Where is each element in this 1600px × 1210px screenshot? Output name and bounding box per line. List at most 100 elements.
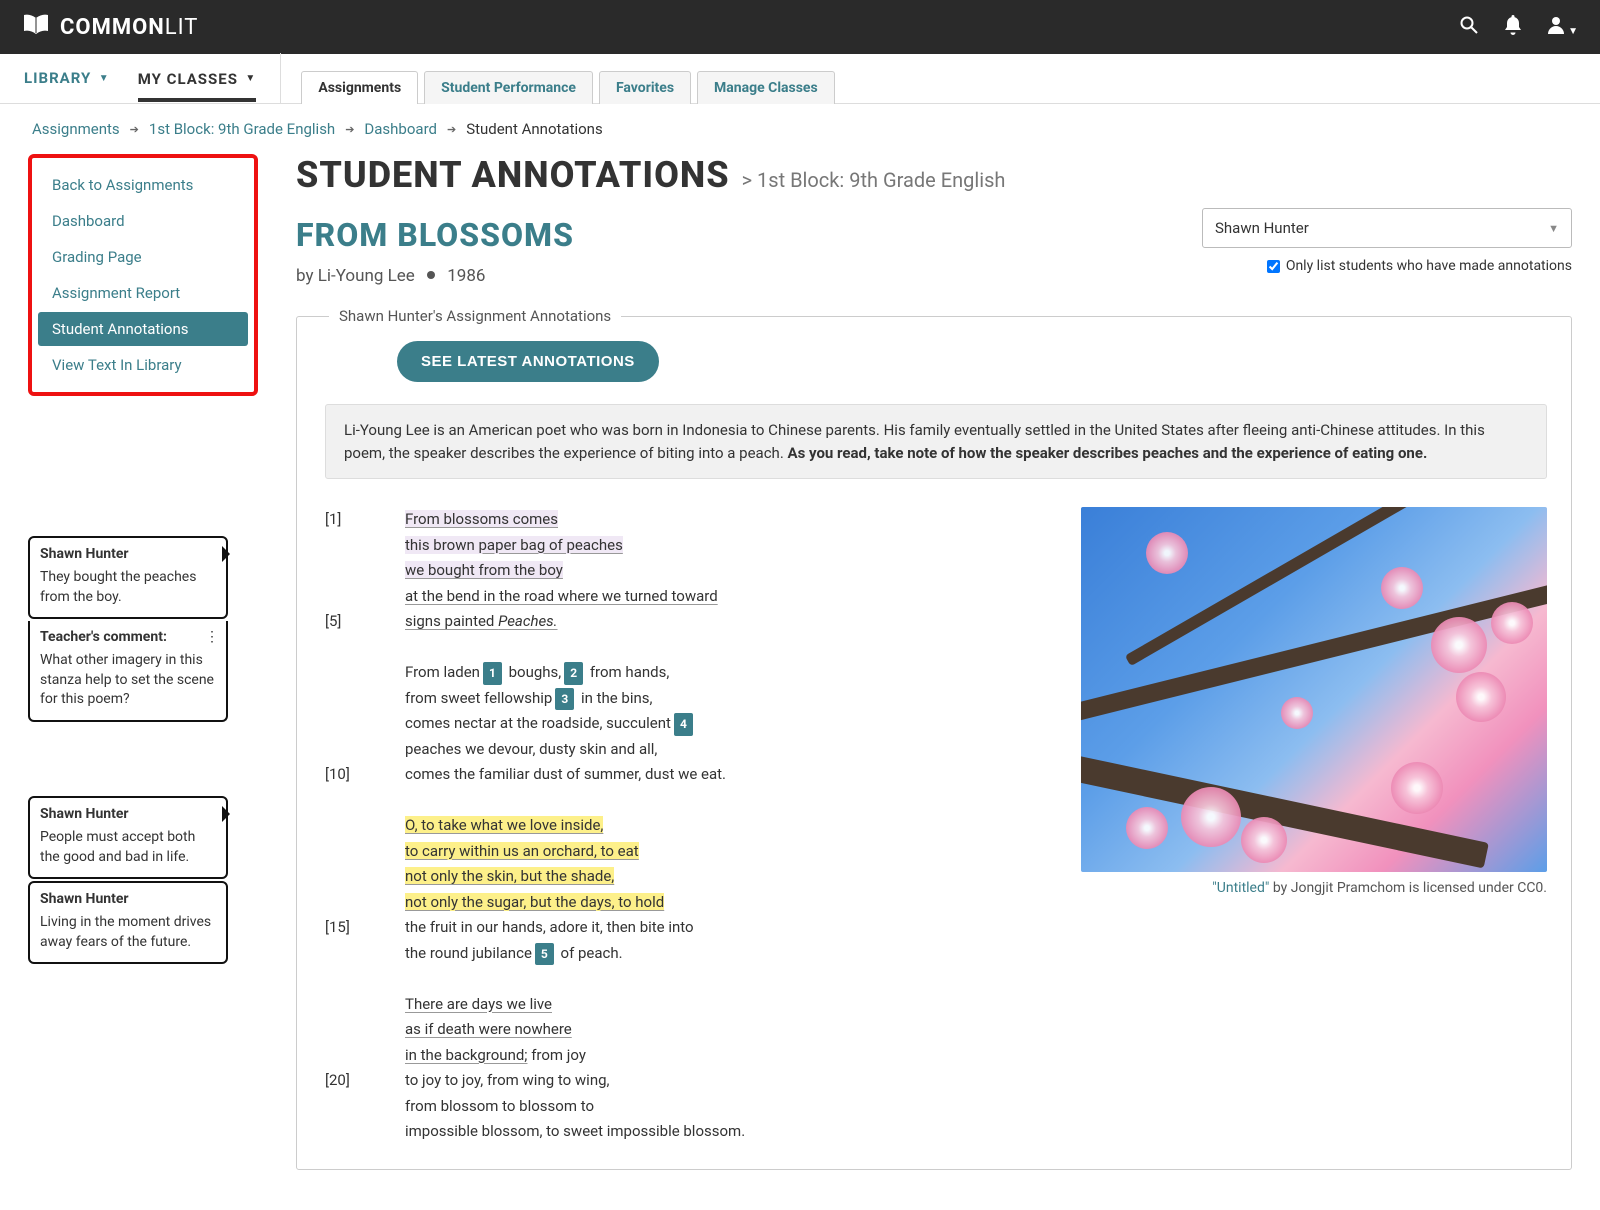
side-dashboard[interactable]: Dashboard	[38, 204, 248, 238]
top-icons: ▼	[1460, 15, 1578, 39]
student-select[interactable]: Shawn Hunter ▼	[1202, 208, 1572, 248]
poem-line: impossible blossom, to sweet impossible …	[405, 1122, 745, 1140]
poem-line[interactable]: There are days we live	[405, 995, 552, 1013]
note-body: They bought the peaches from the boy.	[30, 568, 226, 617]
blossom-photo	[1081, 507, 1547, 872]
chevron-right-icon: ➔	[447, 123, 456, 136]
intro-bold: As you read, take note of how the speake…	[788, 444, 1428, 462]
nav-library[interactable]: LIBRARY ▼	[24, 69, 110, 87]
poem-meta: by Li-Young Lee 1986	[296, 266, 574, 286]
line-numbers: [1] [5] [10] [15] [20]	[325, 507, 405, 1145]
tab-assignments[interactable]: Assignments	[301, 71, 418, 104]
poem-line[interactable]: From blossoms comes	[405, 510, 558, 528]
tab-manage-classes[interactable]: Manage Classes	[697, 71, 835, 104]
poem-span: boughs,	[505, 663, 561, 681]
poem-span[interactable]: this brown	[405, 536, 478, 554]
line-num: [5]	[325, 609, 405, 635]
search-icon[interactable]	[1460, 16, 1478, 38]
side-nav-highlighted: Back to Assignments Dashboard Grading Pa…	[28, 154, 258, 396]
poem-text: From blossoms comes this brown paper bag…	[405, 507, 1047, 1145]
poem-line[interactable]: as if death were nowhere	[405, 1020, 572, 1038]
poem-span[interactable]: signs painted	[405, 612, 498, 630]
annotation-note[interactable]: Shawn Hunter They bought the peaches fro…	[28, 536, 228, 619]
line-num: [10]	[325, 762, 405, 788]
annotation-note[interactable]: Shawn Hunter Living in the moment drives…	[28, 881, 228, 964]
poem-span[interactable]: Peaches.	[498, 612, 557, 630]
poem-year: 1986	[447, 266, 485, 286]
poem-line[interactable]: at the bend in the road where we turned …	[405, 587, 718, 605]
poem-line: from blossom to blossom to	[405, 1097, 594, 1115]
side-assignment-report[interactable]: Assignment Report	[38, 276, 248, 310]
bell-icon[interactable]	[1504, 15, 1522, 39]
poem-line: comes the familiar dust of summer, dust …	[405, 765, 726, 783]
annotation-note[interactable]: Shawn Hunter People must accept both the…	[28, 796, 228, 879]
annotation-tag[interactable]: 1	[483, 662, 502, 685]
image-caption-text: by Jongjit Pramchom is licensed under CC…	[1269, 880, 1547, 896]
user-menu[interactable]: ▼	[1548, 16, 1578, 38]
annotation-notes-column: Shawn Hunter They bought the peaches fro…	[28, 536, 288, 964]
breadcrumb: Assignments ➔ 1st Block: 9th Grade Englis…	[0, 104, 1600, 154]
side-grading-page[interactable]: Grading Page	[38, 240, 248, 274]
poem-span[interactable]: in the background;	[405, 1046, 527, 1064]
poem-line: peaches we devour, dusty skin and all,	[405, 740, 657, 758]
side-back-to-assignments[interactable]: Back to Assignments	[38, 168, 248, 202]
poem-line[interactable]: not only the sugar, but the days, to hol…	[405, 893, 664, 911]
nav-row: LIBRARY ▼ MY CLASSES ▼ Assignments Stude…	[0, 54, 1600, 104]
poem-line[interactable]: not only the skin, but the shade,	[405, 867, 614, 885]
brand-bold: COMMON	[60, 15, 165, 40]
crumb-dashboard[interactable]: Dashboard	[364, 120, 437, 138]
teacher-comment-note[interactable]: ⋮ Teacher's comment: What other imagery …	[28, 621, 228, 722]
page-title: STUDENT ANNOTATIONS	[296, 154, 730, 196]
only-annotated-checkbox[interactable]	[1267, 260, 1280, 273]
poem-span: From laden	[405, 663, 480, 681]
nav-myclasses[interactable]: MY CLASSES ▼	[138, 56, 257, 102]
image-caption-link[interactable]: "Untitled"	[1212, 880, 1269, 896]
poem-span: from sweet fellowship	[405, 689, 552, 707]
note-body: People must accept both the good and bad…	[30, 828, 226, 877]
poem-author: by Li-Young Lee	[296, 266, 415, 286]
nav-library-label: LIBRARY	[24, 69, 91, 87]
annotation-tag[interactable]: 4	[674, 713, 693, 736]
crumb-assignments[interactable]: Assignments	[32, 120, 120, 138]
chevron-right-icon: ➔	[345, 123, 354, 136]
poem-span: from joy	[527, 1046, 585, 1064]
note-author: Shawn Hunter	[30, 798, 226, 828]
annotation-tag[interactable]: 5	[535, 943, 554, 966]
poem-line[interactable]: to carry within us an orchard, to eat	[405, 842, 639, 860]
student-select-value: Shawn Hunter	[1215, 219, 1309, 237]
caret-down-icon: ▼	[1568, 26, 1578, 37]
crumb-block[interactable]: 1st Block: 9th Grade English	[149, 120, 335, 138]
annotation-tag[interactable]: 2	[564, 662, 583, 685]
note-teacher-header: Teacher's comment:	[30, 621, 226, 651]
brand[interactable]: COMMONLIT	[22, 13, 198, 41]
annotations-fieldset: Shawn Hunter's Assignment Annotations SE…	[296, 316, 1572, 1170]
poem-line: to joy to joy, from wing to wing,	[405, 1071, 610, 1089]
left-nav: LIBRARY ▼ MY CLASSES ▼	[0, 53, 280, 103]
poem-line[interactable]: we bought from the boy	[405, 561, 563, 579]
poem-span: from hands,	[586, 663, 669, 681]
poem-title: FROM BLOSSOMS	[296, 216, 574, 254]
crumb-current: Student Annotations	[466, 120, 603, 138]
note-author: Shawn Hunter	[30, 538, 226, 568]
poem-line[interactable]: O, to take what we love inside,	[405, 816, 603, 834]
poem-line: the fruit in our hands, adore it, then b…	[405, 918, 694, 936]
side-student-annotations[interactable]: Student Annotations	[38, 312, 248, 346]
see-latest-annotations-button[interactable]: SEE LATEST ANNOTATIONS	[397, 341, 659, 382]
kebab-menu-icon[interactable]: ⋮	[205, 629, 218, 645]
fieldset-legend: Shawn Hunter's Assignment Annotations	[329, 307, 621, 325]
topbar: COMMONLIT ▼	[0, 0, 1600, 54]
side-view-text-in-library[interactable]: View Text In Library	[38, 348, 248, 382]
tab-favorites[interactable]: Favorites	[599, 71, 691, 104]
tab-area: Assignments Student Performance Favorite…	[280, 53, 834, 103]
note-body: What other imagery in this stanza help t…	[30, 651, 226, 720]
poem-span[interactable]: paper bag of peaches	[478, 536, 622, 554]
image-caption: "Untitled" by Jongjit Pramchom is licens…	[1081, 880, 1547, 896]
image-column: "Untitled" by Jongjit Pramchom is licens…	[1047, 507, 1547, 1145]
page-subtitle: > 1st Block: 9th Grade English	[742, 168, 1006, 192]
intro-box: Li-Young Lee is an American poet who was…	[325, 404, 1547, 479]
caret-down-icon: ▼	[95, 73, 109, 84]
tab-student-performance[interactable]: Student Performance	[424, 71, 593, 104]
annotation-tag[interactable]: 3	[555, 688, 574, 711]
poem-span: comes nectar at the roadside, succulent	[405, 714, 671, 732]
line-num: [1]	[325, 507, 405, 533]
